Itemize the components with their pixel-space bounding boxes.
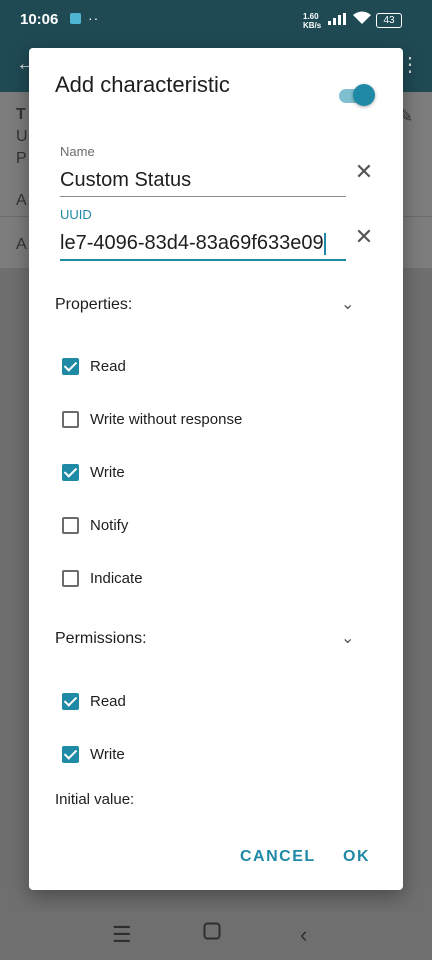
- network-speed-value: 1.60: [303, 12, 319, 21]
- initial-value-label: Initial value:: [55, 791, 135, 808]
- overflow-menu-icon[interactable]: ⋮: [400, 52, 420, 77]
- checkbox-checked-icon: [62, 464, 79, 481]
- clear-uuid-icon[interactable]: ✕: [354, 226, 374, 248]
- bg-row-uuid: U: [16, 128, 28, 145]
- toggle-thumb: [353, 84, 375, 106]
- property-read-label: Read: [90, 358, 126, 375]
- name-field[interactable]: Custom Status: [60, 169, 346, 197]
- property-write-without-response-label: Write without response: [90, 411, 243, 428]
- checkbox-unchecked-icon: [62, 570, 79, 587]
- wifi-icon: [352, 11, 372, 28]
- status-bar: 10:06 ·· 1.60 KB/s 43: [0, 0, 432, 40]
- system-nav-bar: ☰ ‹: [0, 912, 432, 960]
- properties-title: Properties:: [55, 296, 133, 313]
- property-notify-label: Notify: [90, 517, 129, 534]
- property-write-label: Write: [90, 464, 125, 481]
- clear-name-icon[interactable]: ✕: [354, 161, 374, 183]
- home-square-icon[interactable]: [203, 920, 221, 946]
- status-time: 10:06: [20, 11, 59, 28]
- network-speed-unit: KB/s: [303, 21, 322, 30]
- ok-button[interactable]: OK: [343, 848, 370, 866]
- checkbox-unchecked-icon: [62, 517, 79, 534]
- checkbox-checked-icon: [62, 746, 79, 763]
- signal-icon: [328, 13, 348, 28]
- uuid-field[interactable]: le7-4096-83d4-83a69f633e09: [60, 232, 346, 261]
- bg-row-action-2: A: [16, 236, 27, 253]
- dialog-title: Add characteristic: [55, 72, 230, 97]
- checkbox-checked-icon: [62, 693, 79, 710]
- app-notification-icon: [70, 13, 81, 24]
- property-indicate-label: Indicate: [90, 570, 143, 587]
- bg-row-action-1: A: [16, 192, 27, 209]
- properties-chevron-down-icon[interactable]: ⌄: [341, 294, 354, 314]
- battery-icon: 43: [376, 13, 402, 28]
- checkbox-checked-icon: [62, 358, 79, 375]
- text-caret: [323, 232, 326, 255]
- permissions-title: Permissions:: [55, 630, 147, 647]
- characteristic-toggle[interactable]: [339, 84, 375, 106]
- add-characteristic-dialog: Add characteristic Name Custom Status ✕ …: [29, 48, 403, 890]
- back-chevron-icon[interactable]: ‹: [300, 922, 307, 948]
- bg-row-title: T: [16, 106, 26, 123]
- more-notifications-icon: ··: [88, 10, 100, 26]
- checkbox-unchecked-icon: [62, 411, 79, 428]
- name-label: Name: [60, 144, 95, 159]
- network-speed: 1.60 KB/s: [303, 12, 321, 30]
- uuid-value: le7-4096-83d4-83a69f633e09: [60, 232, 324, 254]
- recents-menu-icon[interactable]: ☰: [112, 922, 132, 948]
- bg-row-props: P: [16, 150, 27, 167]
- permissions-chevron-down-icon[interactable]: ⌄: [341, 628, 354, 648]
- permission-write-label: Write: [90, 746, 125, 763]
- uuid-label: UUID: [60, 207, 92, 222]
- permission-read-label: Read: [90, 693, 126, 710]
- cancel-button[interactable]: CANCEL: [240, 848, 316, 866]
